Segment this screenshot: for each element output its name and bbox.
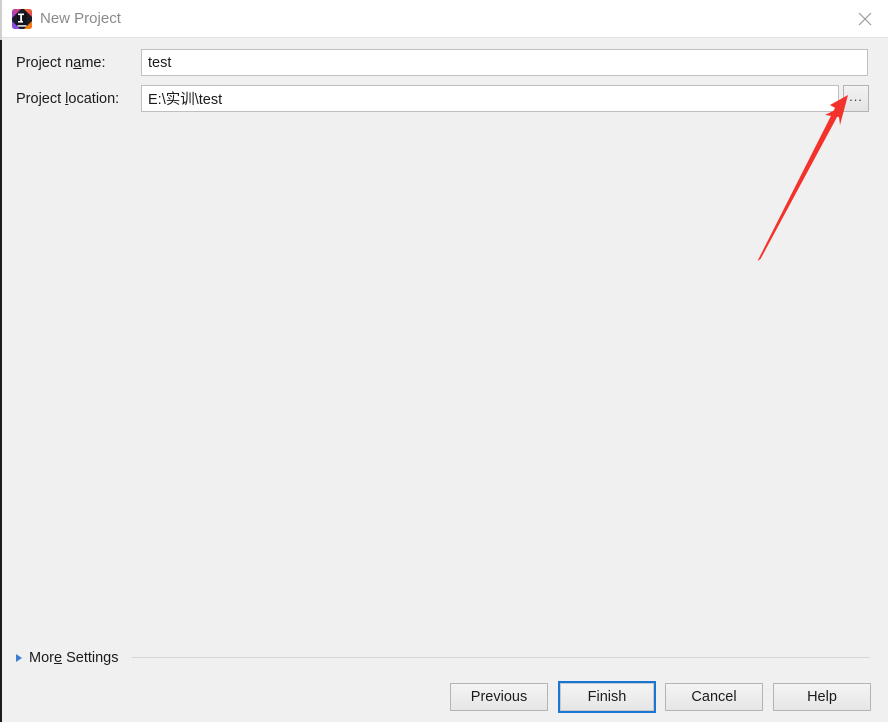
window-title: New Project — [40, 10, 121, 27]
cancel-button[interactable]: Cancel — [665, 683, 763, 711]
intellij-idea-icon — [12, 9, 32, 29]
project-location-label-suffix: ocation: — [68, 91, 120, 107]
browse-button[interactable]: ... — [843, 85, 869, 112]
title-bar: New Project — [2, 0, 888, 38]
chevron-right-icon — [16, 654, 22, 662]
finish-button-focus-ring: Finish — [558, 681, 656, 713]
more-settings-label-mnemonic: e — [53, 650, 63, 666]
project-location-label-prefix: Project — [16, 91, 66, 107]
window-left-border — [0, 40, 2, 722]
more-settings-separator — [132, 657, 870, 658]
finish-button[interactable]: Finish — [560, 683, 654, 711]
help-button[interactable]: Help — [773, 683, 871, 711]
close-button[interactable] — [842, 0, 888, 38]
project-name-label-prefix: Project n — [16, 55, 74, 71]
project-name-label: Project name: — [16, 53, 105, 73]
new-project-dialog: New Project Project name: Project locati… — [0, 0, 888, 722]
ellipsis-icon: ... — [849, 88, 863, 104]
project-location-label: Project location: — [16, 89, 119, 109]
project-name-input[interactable] — [141, 49, 868, 76]
annotation-arrow — [757, 95, 848, 261]
project-location-input[interactable] — [141, 85, 839, 112]
project-name-label-suffix: me: — [81, 55, 106, 71]
more-settings-label-prefix: Mor — [29, 650, 54, 666]
close-icon — [858, 12, 872, 26]
more-settings-toggle[interactable]: More Settings — [16, 648, 118, 668]
more-settings-label: More Settings — [29, 648, 118, 668]
previous-button[interactable]: Previous — [450, 683, 548, 711]
more-settings-label-suffix: Settings — [62, 650, 119, 666]
